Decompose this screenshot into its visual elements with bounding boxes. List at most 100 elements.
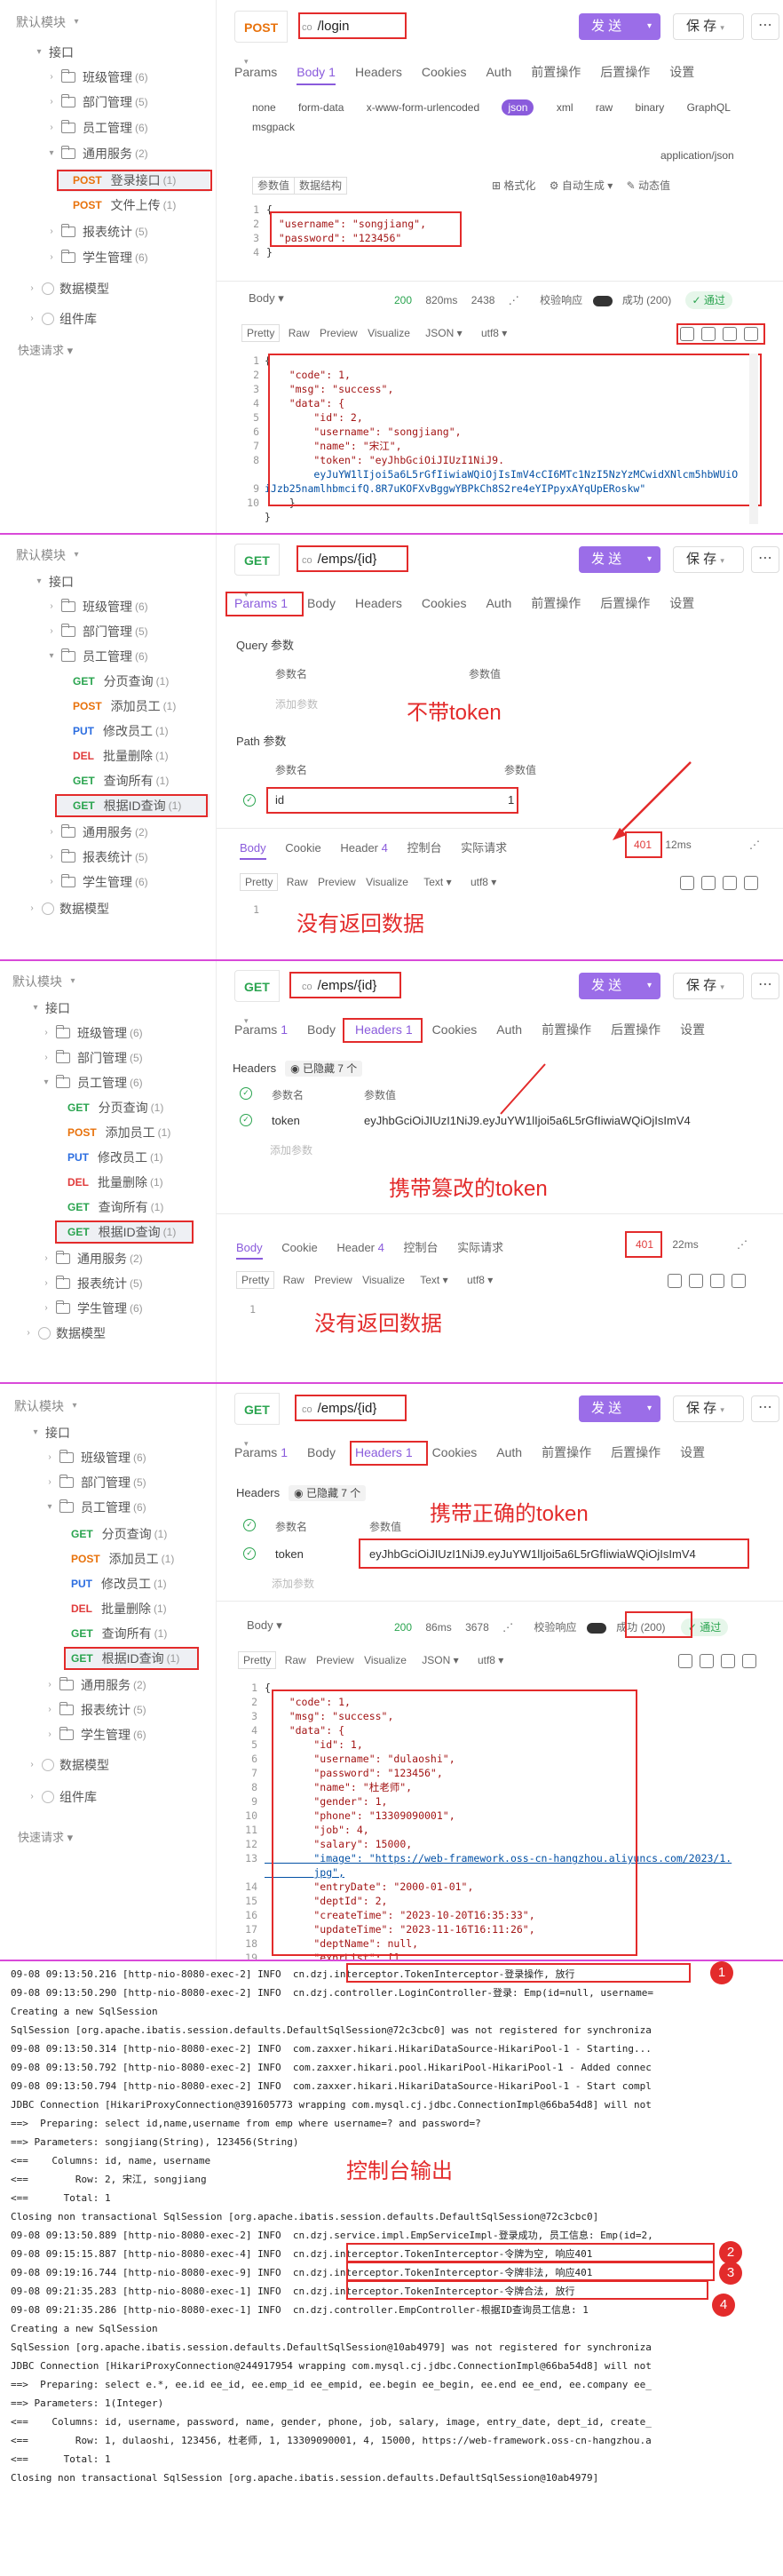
sidebar-default-module[interactable]: 默认模块 ▾: [14, 1395, 84, 1418]
save-button[interactable]: 保 存 ▾: [673, 1395, 744, 1422]
tab-cookies[interactable]: Cookies: [422, 590, 467, 616]
body-type-binary[interactable]: binary: [636, 101, 665, 114]
sidebar-item-datamodel[interactable]: › 数据模型: [27, 897, 109, 920]
share-icon[interactable]: ⋰: [737, 1238, 747, 1251]
select-all-checkbox[interactable]: ✓: [243, 1519, 256, 1531]
verify-toggle[interactable]: [592, 295, 613, 306]
tab-auth[interactable]: Auth: [486, 59, 511, 85]
header-name[interactable]: token: [272, 1114, 300, 1127]
sidebar-default-module[interactable]: 默认模块 ▾: [12, 970, 83, 993]
hidden-headers[interactable]: ◉ 已隐藏 7 个: [285, 1061, 363, 1077]
tool-param-value[interactable]: 参数值: [252, 177, 296, 195]
tab-settings[interactable]: 设置: [669, 59, 694, 85]
sidebar-emp-item[interactable]: POST 添加员工 (1): [67, 1121, 170, 1144]
tab-cookies[interactable]: Cookies: [422, 59, 467, 85]
sidebar-default-module[interactable]: 默认模块 ▾: [16, 544, 86, 567]
tab-post[interactable]: 后置操作: [600, 590, 650, 616]
header-name[interactable]: token: [275, 1547, 304, 1561]
encoding-select[interactable]: utf8 ▾: [471, 876, 496, 888]
resp-tab-console[interactable]: 控制台: [407, 841, 441, 855]
resp-tab-body[interactable]: Body: [240, 841, 266, 860]
tab-pre[interactable]: 前置操作: [542, 1016, 591, 1043]
body-type-xml[interactable]: xml: [557, 101, 573, 114]
sidebar-item-class[interactable]: › 班级管理 (6): [44, 1446, 146, 1469]
hidden-headers[interactable]: ◉ 已隐藏 7 个: [289, 1485, 367, 1501]
sidebar-emp-item[interactable]: PUT 修改员工 (1): [73, 720, 169, 743]
sidebar-item-class[interactable]: › 班级管理 (6): [46, 595, 148, 618]
expand-icon[interactable]: [744, 876, 758, 890]
sidebar-item-interface[interactable]: ▾ 接口: [30, 1421, 70, 1444]
tab-body[interactable]: Body: [307, 1016, 336, 1043]
tab-settings[interactable]: 设置: [669, 590, 694, 616]
sidebar-item-report[interactable]: › 报表统计 (5): [44, 1698, 146, 1721]
save-button[interactable]: 保 存 ▾: [673, 13, 744, 40]
resp-tab-body[interactable]: Body: [236, 1241, 263, 1260]
more-button[interactable]: ⋯: [751, 973, 779, 999]
sidebar-item-common[interactable]: ▾ 通用服务 (2): [46, 142, 148, 165]
sidebar-item-dept[interactable]: › 部门管理 (5): [44, 1471, 146, 1494]
sidebar-emp-item[interactable]: PUT 修改员工 (1): [67, 1146, 163, 1169]
mode-pretty[interactable]: Pretty: [240, 873, 279, 891]
copy-icon[interactable]: [723, 876, 737, 890]
mode-preview[interactable]: Preview: [320, 327, 358, 339]
sidebar-emp-item[interactable]: GET 查询所有 (1): [73, 769, 169, 792]
check-icon[interactable]: ✓: [243, 794, 256, 807]
find-icon[interactable]: [678, 1654, 692, 1668]
sidebar-item-component[interactable]: › 组件库: [27, 1785, 97, 1809]
method-select[interactable]: GET ▾: [234, 544, 280, 599]
tool-schema[interactable]: 数据结构: [294, 177, 348, 195]
download-icon[interactable]: [689, 1274, 703, 1288]
encoding-select[interactable]: utf8 ▾: [481, 327, 507, 339]
sidebar-emp-item[interactable]: PUT 修改员工 (1): [71, 1572, 167, 1595]
tab-headers[interactable]: Headers: [355, 590, 402, 616]
sidebar-item-interface[interactable]: ▾ 接口: [30, 997, 70, 1020]
mode-preview[interactable]: Preview: [316, 1654, 354, 1666]
sidebar-emp-item[interactable]: GET 分页查询 (1): [67, 1096, 163, 1119]
sidebar-emp-item[interactable]: DEL 批量删除 (1): [73, 744, 169, 767]
sidebar-item-datamodel[interactable]: › 数据模型: [23, 1322, 106, 1345]
tab-pre[interactable]: 前置操作: [531, 590, 581, 616]
mode-pretty[interactable]: Pretty: [238, 1651, 277, 1669]
mode-raw[interactable]: Raw: [287, 876, 308, 888]
sidebar-emp-item[interactable]: GET 查询所有 (1): [71, 1622, 167, 1645]
download-icon[interactable]: [700, 1654, 714, 1668]
resp-tab-cookie[interactable]: Cookie: [285, 841, 320, 855]
body-type-urlencoded[interactable]: x-www-form-urlencoded: [367, 101, 479, 114]
method-select[interactable]: POST ▾: [234, 11, 289, 66]
tab-auth[interactable]: Auth: [486, 590, 511, 616]
copy-icon[interactable]: [721, 1654, 735, 1668]
resp-tab-cookie[interactable]: Cookie: [281, 1241, 317, 1254]
sidebar-quick-request[interactable]: 快速请求 ▾: [18, 1828, 73, 1845]
tool-autogen[interactable]: ⚙ 自动生成 ▾: [550, 179, 613, 192]
sidebar-item-datamodel[interactable]: › 数据模型: [27, 277, 109, 300]
add-param[interactable]: 添加参数: [272, 1576, 314, 1591]
mode-preview[interactable]: Preview: [318, 876, 356, 888]
copy-icon[interactable]: [710, 1274, 724, 1288]
sidebar-item-student[interactable]: › 学生管理 (6): [44, 1723, 146, 1746]
mode-raw[interactable]: Raw: [285, 1654, 306, 1666]
resp-tab-header[interactable]: Header 4: [340, 841, 388, 855]
share-icon[interactable]: ⋰: [749, 839, 760, 851]
send-button[interactable]: 发 送 ▾: [579, 973, 660, 999]
tab-auth[interactable]: Auth: [496, 1016, 522, 1043]
mode-visualize[interactable]: Visualize: [366, 876, 408, 888]
sidebar-item-dept[interactable]: › 部门管理 (5): [41, 1046, 143, 1069]
sidebar-item-class[interactable]: › 班级管理 (6): [41, 1022, 143, 1045]
tab-auth[interactable]: Auth: [496, 1439, 522, 1466]
tool-format[interactable]: ⊞ 格式化: [492, 179, 535, 192]
method-select[interactable]: GET ▾: [234, 970, 280, 1025]
sidebar-default-module[interactable]: 默认模块 ▾: [16, 11, 86, 34]
resp-tab-actual[interactable]: 实际请求: [457, 1241, 503, 1254]
body-type-msgpack[interactable]: msgpack: [252, 121, 295, 133]
encoding-select[interactable]: utf8 ▾: [478, 1654, 503, 1666]
scrollbar[interactable]: [749, 354, 758, 524]
body-type-raw[interactable]: raw: [596, 101, 613, 114]
tab-pre[interactable]: 前置操作: [542, 1439, 591, 1466]
tab-cookies[interactable]: Cookies: [432, 1439, 478, 1466]
tab-post[interactable]: 后置操作: [600, 59, 650, 85]
format-select[interactable]: Text ▾: [420, 1274, 447, 1286]
format-select[interactable]: Text ▾: [423, 876, 451, 888]
sidebar-emp-item[interactable]: GET 分页查询 (1): [73, 670, 169, 693]
resp-tab-header[interactable]: Header 4: [336, 1241, 384, 1254]
sidebar-item-interface[interactable]: ▾ 接口: [34, 41, 74, 64]
